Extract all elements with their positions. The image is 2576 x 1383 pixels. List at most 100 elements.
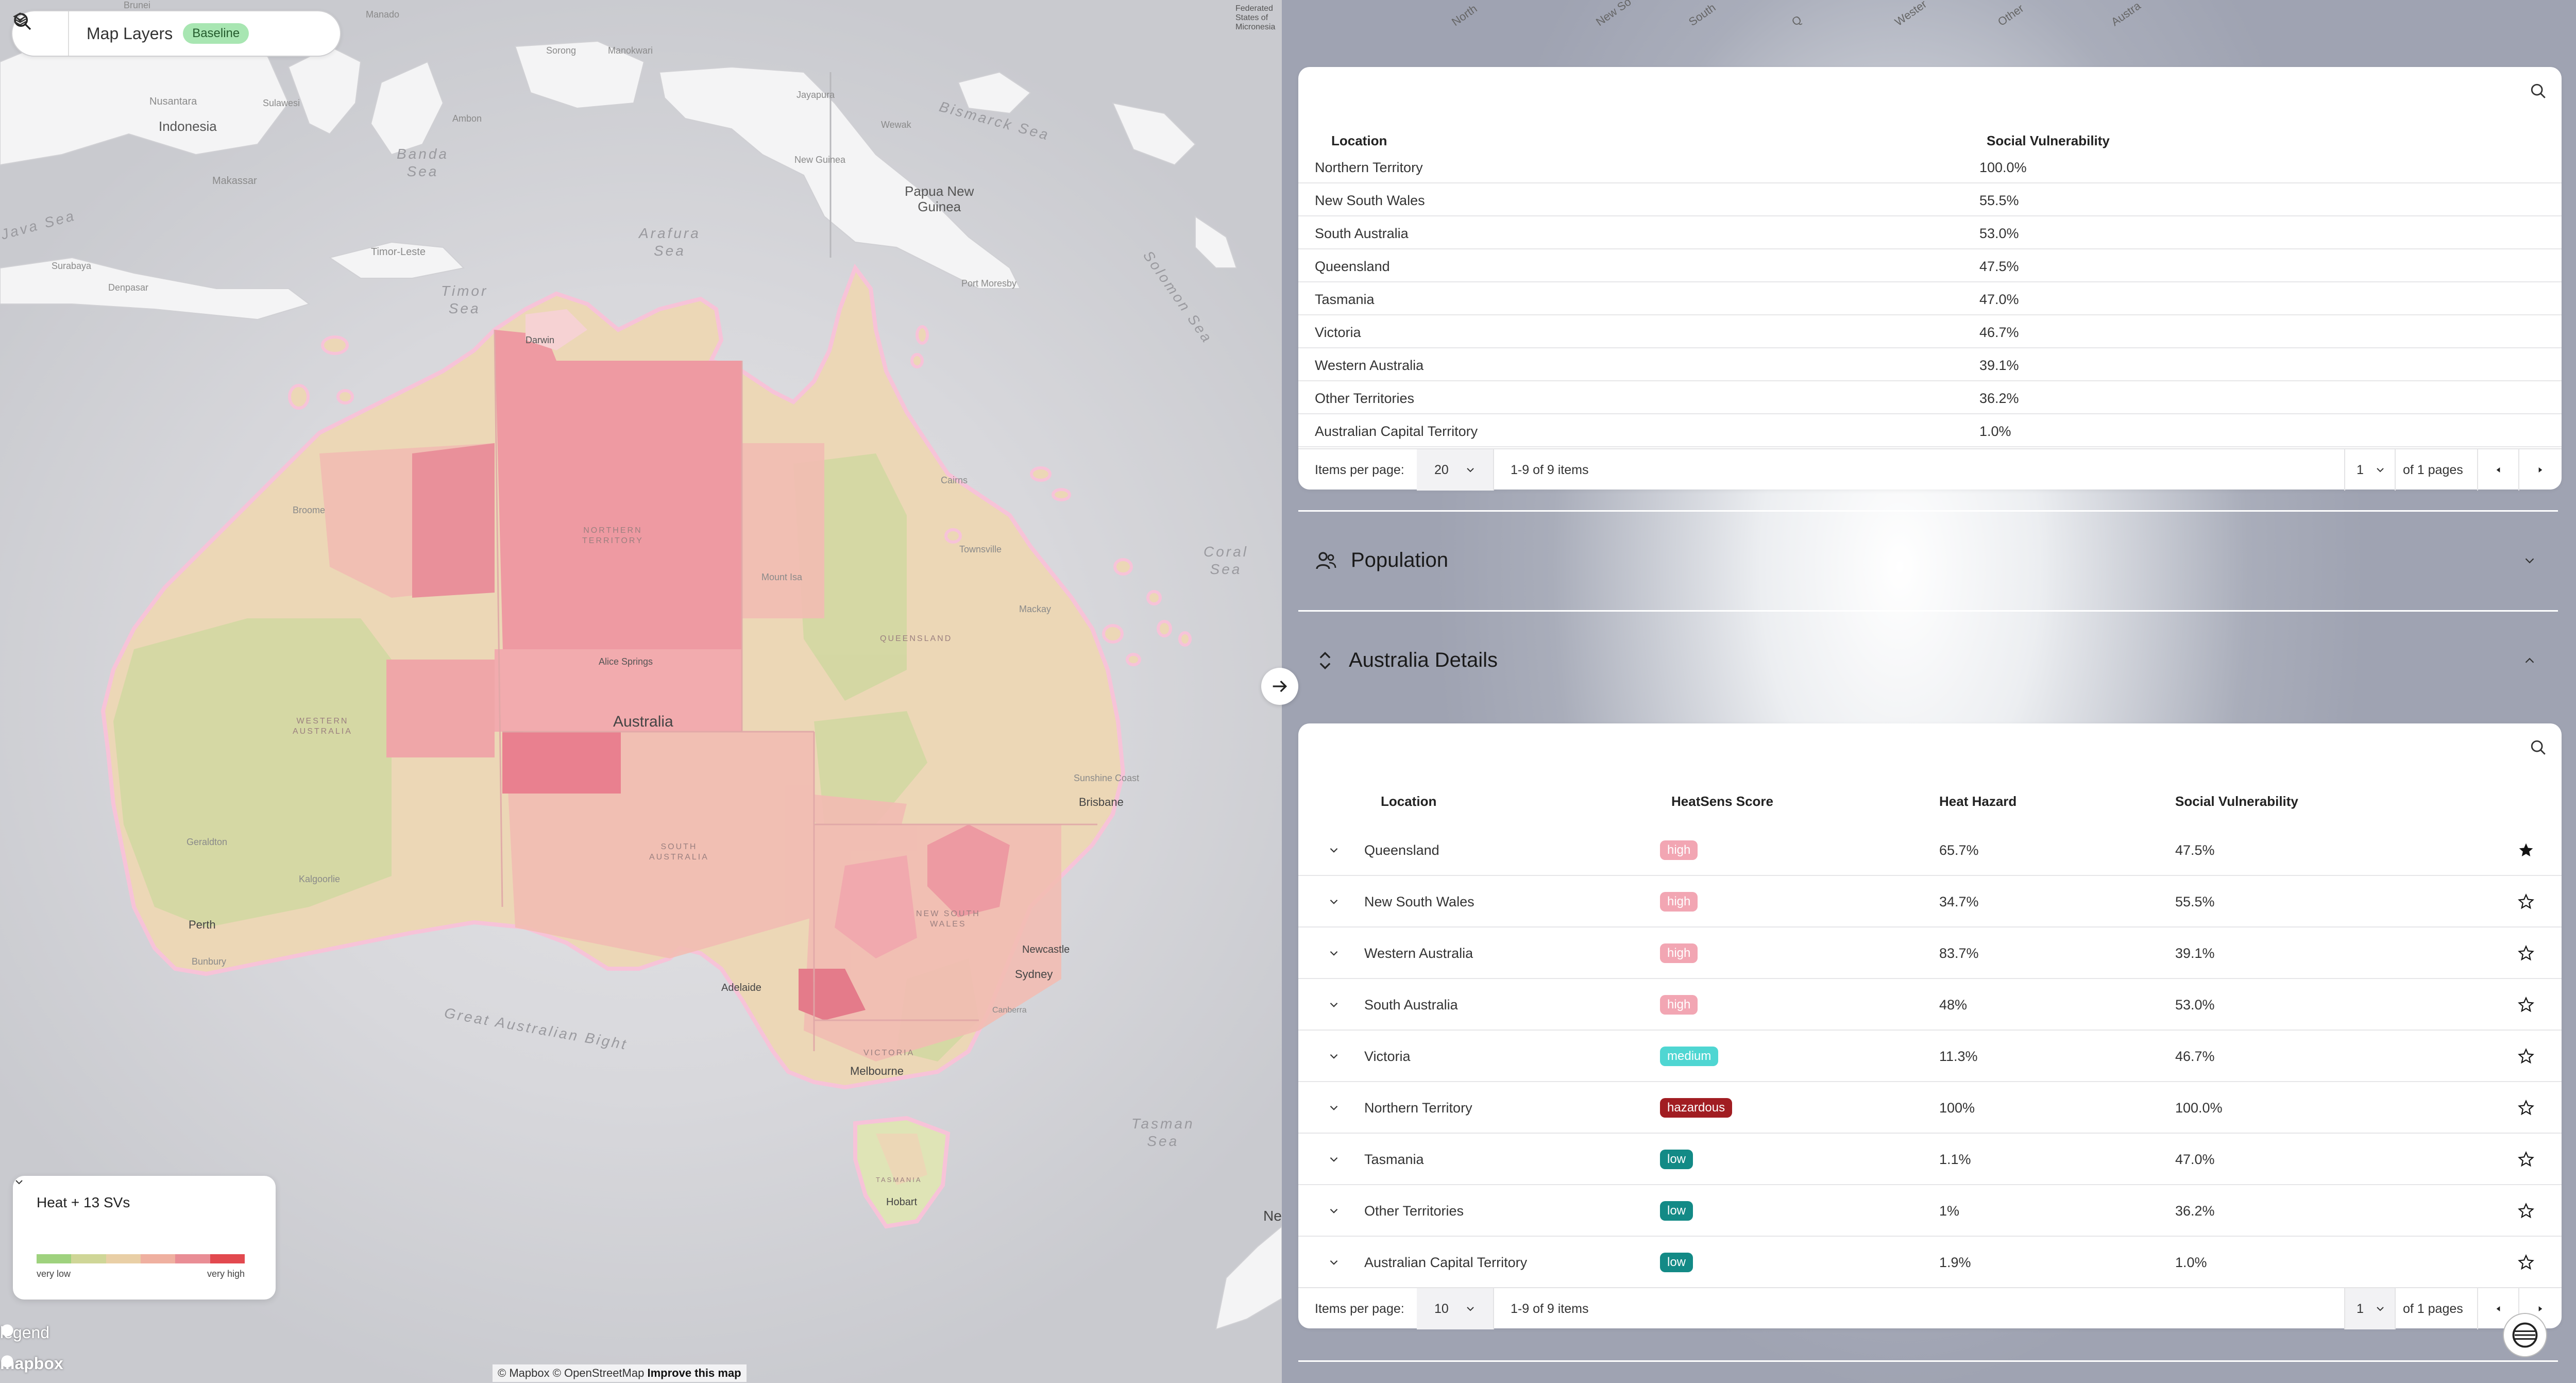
legend-swatch: [140, 1254, 176, 1263]
cell-social-vulnerability: 47.5%: [2175, 842, 2215, 858]
map-toolbar: Map Layers Baseline: [11, 10, 341, 57]
axis-tick-label: Wester: [1892, 0, 1929, 29]
cell-social-vulnerability: 100.0%: [1979, 160, 2027, 175]
column-header-social-vulnerability[interactable]: Social Vulnerability: [1987, 133, 2110, 149]
page-select[interactable]: 1: [2344, 1288, 2396, 1329]
heatsens-score-tag: low: [1660, 1253, 1693, 1272]
cell-location: Tasmania: [1315, 292, 1375, 307]
favorite-toggle[interactable]: [2513, 979, 2539, 1031]
favorite-toggle[interactable]: [2513, 824, 2539, 876]
map-layers-dropdown[interactable]: Map Layers Baseline: [13, 12, 340, 44]
table-row[interactable]: Australian Capital Territory 1.0%: [1298, 414, 2562, 447]
legend-toggle[interactable]: legend: [0, 1323, 49, 1342]
total-pages: of 1 pages: [2396, 449, 2478, 491]
table-row[interactable]: Victoria 46.7%: [1298, 315, 2562, 348]
info-icon: [1, 1324, 13, 1337]
table-row[interactable]: Tasmania 47.0%: [1298, 282, 2562, 315]
table-row[interactable]: South Australia high 48% 53.0%: [1298, 979, 2562, 1031]
legend-layer-dropdown[interactable]: Heat + 13 SVs: [15, 1180, 252, 1211]
table-row[interactable]: Victoria medium 11.3% 46.7%: [1298, 1031, 2562, 1082]
map-label-perth: Perth: [189, 918, 216, 931]
chevron-down-icon[interactable]: [12, 11, 28, 27]
table-row[interactable]: Tasmania low 1.1% 47.0%: [1298, 1134, 2562, 1185]
expand-row-button[interactable]: [1321, 1237, 1347, 1288]
map-view[interactable]: Brunei Manado Sorong Manokwari Nusantara…: [0, 0, 1282, 1383]
improve-map-link[interactable]: Improve this map: [647, 1367, 741, 1379]
table-row[interactable]: Queensland 47.5%: [1298, 249, 2562, 282]
favorite-toggle[interactable]: [2513, 1082, 2539, 1134]
map-label-new-guinea: New Guinea: [794, 155, 846, 165]
next-page-button[interactable]: [2519, 449, 2562, 491]
column-header-heatsens-score[interactable]: HeatSens Score: [1671, 794, 1773, 809]
section-australia-details[interactable]: Australia Details: [1298, 610, 2558, 709]
map-label-surabaya: Surabaya: [52, 261, 92, 271]
table-row[interactable]: South Australia 53.0%: [1298, 216, 2562, 249]
map-label-new-south-wales: NEW SOUTH WALES: [916, 909, 980, 929]
cell-heat-hazard: 11.3%: [1939, 1048, 1978, 1064]
map-label-wewak: Wewak: [881, 120, 911, 130]
table-row[interactable]: Australian Capital Territory low 1.9% 1.0%: [1298, 1237, 2562, 1288]
table-row[interactable]: New South Wales 55.5%: [1298, 183, 2562, 216]
expand-row-button[interactable]: [1321, 824, 1347, 876]
mapbox-logo[interactable]: mapbox: [0, 1354, 63, 1373]
star-icon: [2518, 893, 2534, 909]
caret-right-icon: [2538, 1306, 2543, 1311]
map-label-coral-sea: Coral Sea: [1204, 544, 1248, 577]
expand-row-button[interactable]: [1321, 1082, 1347, 1134]
table-row[interactable]: Other Territories 36.2%: [1298, 381, 2562, 414]
favorite-toggle[interactable]: [2513, 1031, 2539, 1082]
expand-row-button[interactable]: [1321, 1134, 1347, 1185]
chevron-down-icon: [2377, 468, 2384, 473]
users-icon: [1316, 551, 1336, 569]
heatsens-score-tag: high: [1660, 840, 1698, 860]
prev-page-button[interactable]: [2478, 449, 2519, 491]
expand-row-button[interactable]: [1321, 927, 1347, 979]
map-label-timor-leste: Timor-Leste: [371, 246, 426, 258]
table-row[interactable]: Western Australia 39.1%: [1298, 348, 2562, 381]
cell-location: Northern Territory: [1315, 160, 1423, 175]
table-row[interactable]: Northern Territory hazardous 100% 100.0%: [1298, 1082, 2562, 1134]
table-row[interactable]: Other Territories low 1% 36.2%: [1298, 1185, 2562, 1237]
expand-row-button[interactable]: [1321, 876, 1347, 927]
cell-location: Other Territories: [1315, 391, 1415, 406]
floating-action-button[interactable]: [2503, 1313, 2547, 1357]
column-header-location[interactable]: Location: [1331, 133, 1387, 149]
map-label-jayapura: Jayapura: [796, 90, 835, 100]
favorite-toggle[interactable]: [2513, 1185, 2539, 1237]
cell-location: Victoria: [1315, 325, 1361, 340]
map-label-bunbury: Bunbury: [192, 956, 227, 967]
items-per-page-select[interactable]: 10: [1417, 1288, 1494, 1329]
search-icon[interactable]: [2530, 739, 2547, 756]
table-row[interactable]: Western Australia high 83.7% 39.1%: [1298, 927, 2562, 979]
table-row[interactable]: Northern Territory 100.0%: [1298, 150, 2562, 183]
map-label-cairns: Cairns: [941, 475, 968, 485]
axis-tick-label: New So: [1594, 0, 1634, 29]
favorite-toggle[interactable]: [2513, 876, 2539, 927]
page-select[interactable]: 1: [2344, 449, 2396, 491]
map-legend: Heat + 13 SVs very low very high: [13, 1176, 276, 1300]
column-header-location[interactable]: Location: [1381, 794, 1436, 809]
cell-heat-hazard: 83.7%: [1939, 945, 1979, 961]
section-population[interactable]: Population: [1298, 510, 2558, 609]
table-row[interactable]: New South Wales high 34.7% 55.5%: [1298, 876, 2562, 927]
favorite-toggle[interactable]: [2513, 1237, 2539, 1288]
section-details-title: Australia Details: [1349, 649, 1498, 671]
cell-location: Tasmania: [1364, 1151, 1424, 1167]
search-icon[interactable]: [2530, 82, 2547, 100]
favorite-toggle[interactable]: [2513, 927, 2539, 979]
map-layers-label: Map Layers: [87, 24, 173, 43]
chevron-down-icon: [1330, 1002, 1338, 1007]
expand-row-button[interactable]: [1321, 1185, 1347, 1237]
items-per-page-select[interactable]: 20: [1417, 449, 1494, 491]
expand-row-button[interactable]: [1321, 979, 1347, 1031]
collapse-panel-button[interactable]: [1261, 668, 1298, 705]
favorite-toggle[interactable]: [2513, 1134, 2539, 1185]
map-label-federated-states: Federated States of Micronesia: [1235, 4, 1276, 31]
cell-location: South Australia: [1364, 997, 1458, 1013]
column-header-social-vulnerability[interactable]: Social Vulnerability: [2175, 794, 2298, 809]
items-per-page-label: Items per page:: [1315, 462, 1404, 477]
expand-row-button[interactable]: [1321, 1031, 1347, 1082]
column-header-heat-hazard[interactable]: Heat Hazard: [1939, 794, 2016, 809]
heatsens-score-tag: high: [1660, 995, 1698, 1015]
table-row[interactable]: Queensland high 65.7% 47.5%: [1298, 824, 2562, 876]
